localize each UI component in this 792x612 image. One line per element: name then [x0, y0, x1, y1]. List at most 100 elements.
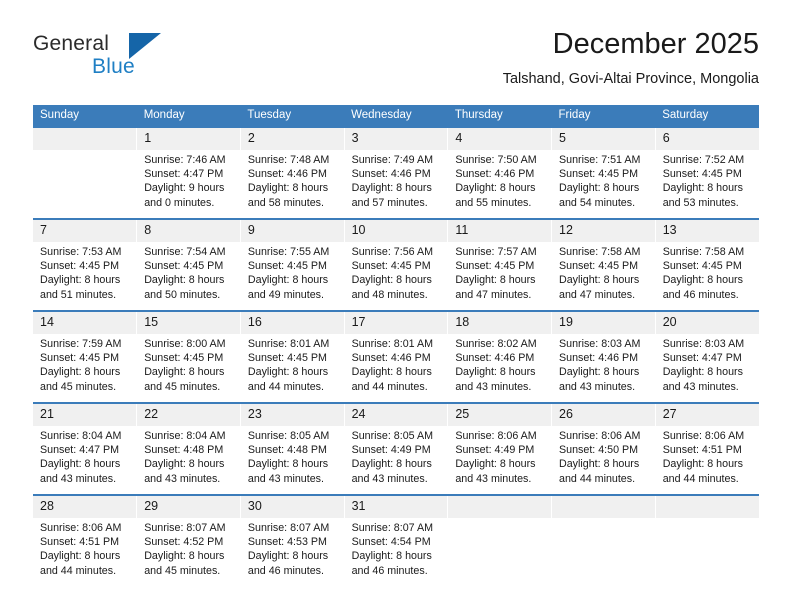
sunset-time: Sunset: 4:45 PM: [455, 260, 535, 273]
day-number: 14: [33, 312, 137, 334]
day-number: 30: [240, 496, 344, 518]
weekday-header-saturday: Saturday: [655, 105, 759, 127]
sunrise-time: Sunrise: 7:58 AM: [559, 246, 641, 258]
logo-text-general: General: [33, 32, 110, 55]
day-details: Sunrise: 7:53 AM Sunset: 4:45 PM Daylight:…: [33, 242, 136, 302]
calendar-week-row: 14 Sunrise: 7:59 AM Sunset: 4:45 PM Dayligh…: [33, 310, 759, 403]
calendar-day-cell[interactable]: 6 Sunrise: 7:52 AM Sunset: 4:45 PM Daylight…: [655, 126, 759, 219]
calendar-day-cell[interactable]: 1 Sunrise: 7:46 AM Sunset: 4:47 PM Daylight…: [136, 126, 241, 219]
calendar-day-cell[interactable]: 15 Sunrise: 8:00 AM Sunset: 4:45 PM Dayligh…: [136, 310, 241, 403]
calendar-day-cell[interactable]: 22 Sunrise: 8:04 AM Sunset: 4:48 PM Dayligh…: [136, 402, 241, 495]
calendar-day-cell[interactable]: 26 Sunrise: 8:06 AM Sunset: 4:50 PM Dayligh…: [551, 402, 656, 495]
calendar-day-cell[interactable]: 27 Sunrise: 8:06 AM Sunset: 4:51 PM Dayligh…: [655, 402, 759, 495]
daylight-duration-line2: and 46 minutes.: [247, 564, 324, 577]
calendar-day-cell[interactable]: 31 Sunrise: 8:07 AM Sunset: 4:54 PM Dayligh…: [344, 494, 449, 586]
day-details: Sunrise: 7:48 AM Sunset: 4:46 PM Daylight:…: [241, 150, 344, 210]
daylight-duration-line2: and 57 minutes.: [351, 196, 428, 209]
calendar-body: 1 Sunrise: 7:46 AM Sunset: 4:47 PM Daylight…: [33, 126, 759, 586]
calendar-day-cell[interactable]: 7 Sunrise: 7:53 AM Sunset: 4:45 PM Daylight…: [33, 218, 138, 311]
calendar-day-cell[interactable]: 16 Sunrise: 8:01 AM Sunset: 4:45 PM Dayligh…: [240, 310, 345, 403]
daylight-duration-line2: and 43 minutes.: [455, 472, 532, 485]
daylight-duration-line1: Daylight: 8 hours: [351, 458, 432, 471]
calendar-day-cell[interactable]: 11 Sunrise: 7:57 AM Sunset: 4:45 PM Dayligh…: [447, 218, 553, 311]
calendar-day-cell[interactable]: 20 Sunrise: 8:03 AM Sunset: 4:47 PM Dayligh…: [655, 310, 759, 403]
calendar-day-cell[interactable]: 18 Sunrise: 8:02 AM Sunset: 4:46 PM Dayligh…: [447, 310, 553, 403]
daylight-duration-line2: and 47 minutes.: [455, 288, 532, 301]
weekday-header-friday: Friday: [551, 105, 656, 127]
sunset-time: Sunset: 4:46 PM: [351, 352, 431, 365]
sunrise-time: Sunrise: 7:53 AM: [40, 246, 122, 258]
sunrise-time: Sunrise: 7:46 AM: [144, 154, 226, 166]
daylight-duration-line2: and 43 minutes.: [662, 380, 739, 393]
sunset-time: Sunset: 4:53 PM: [247, 536, 327, 549]
calendar-day-cell[interactable]: 9 Sunrise: 7:55 AM Sunset: 4:45 PM Daylight…: [240, 218, 345, 311]
day-number: [33, 128, 137, 150]
daylight-duration-line1: Daylight: 8 hours: [559, 182, 640, 195]
sunrise-time: Sunrise: 8:03 AM: [662, 338, 745, 350]
calendar-day-cell[interactable]: 3 Sunrise: 7:49 AM Sunset: 4:46 PM Daylight…: [344, 126, 449, 219]
day-number: 1: [137, 128, 240, 150]
calendar-day-cell[interactable]: 12 Sunrise: 7:58 AM Sunset: 4:45 PM Dayligh…: [551, 218, 656, 311]
sunset-time: Sunset: 4:45 PM: [247, 260, 327, 273]
calendar-day-cell[interactable]: 30 Sunrise: 8:07 AM Sunset: 4:53 PM Dayligh…: [240, 494, 345, 586]
daylight-duration-line1: Daylight: 8 hours: [559, 458, 640, 471]
calendar-day-cell[interactable]: 25 Sunrise: 8:06 AM Sunset: 4:49 PM Dayligh…: [447, 402, 553, 495]
calendar-day-cell-empty: [447, 494, 553, 586]
calendar-day-cell[interactable]: 24 Sunrise: 8:05 AM Sunset: 4:49 PM Dayligh…: [344, 402, 449, 495]
calendar-day-cell[interactable]: 14 Sunrise: 7:59 AM Sunset: 4:45 PM Dayligh…: [33, 310, 138, 403]
general-blue-logo[interactable]: General Blue: [33, 32, 233, 88]
sunset-time: Sunset: 4:45 PM: [247, 352, 327, 365]
daylight-duration-line1: Daylight: 8 hours: [455, 458, 536, 471]
calendar-day-cell[interactable]: 13 Sunrise: 7:58 AM Sunset: 4:45 PM Dayligh…: [655, 218, 759, 311]
day-details: Sunrise: 7:54 AM Sunset: 4:45 PM Daylight:…: [137, 242, 240, 302]
day-number: 13: [655, 220, 759, 242]
daylight-duration-line1: Daylight: 8 hours: [144, 366, 225, 379]
sunset-time: Sunset: 4:47 PM: [662, 352, 742, 365]
sunset-time: Sunset: 4:46 PM: [559, 352, 639, 365]
calendar-page: General Blue December 2025 Talshand, Gov…: [0, 0, 792, 612]
weekday-header-wednesday: Wednesday: [344, 105, 448, 127]
daylight-duration-line1: Daylight: 8 hours: [40, 274, 121, 287]
sunrise-time: Sunrise: 8:06 AM: [662, 430, 745, 442]
sunset-time: Sunset: 4:54 PM: [351, 536, 431, 549]
daylight-duration-line2: and 43 minutes.: [455, 380, 532, 393]
day-details: Sunrise: 8:01 AM Sunset: 4:46 PM Daylight:…: [345, 334, 448, 394]
calendar-day-cell-empty: [551, 494, 656, 586]
calendar-day-cell[interactable]: 2 Sunrise: 7:48 AM Sunset: 4:46 PM Daylight…: [240, 126, 345, 219]
calendar-day-cell[interactable]: 29 Sunrise: 8:07 AM Sunset: 4:52 PM Dayligh…: [136, 494, 241, 586]
daylight-duration-line1: Daylight: 8 hours: [144, 274, 225, 287]
day-number: 20: [655, 312, 759, 334]
day-details: Sunrise: 8:03 AM Sunset: 4:47 PM Daylight:…: [656, 334, 759, 394]
calendar-day-cell[interactable]: 19 Sunrise: 8:03 AM Sunset: 4:46 PM Dayligh…: [551, 310, 656, 403]
day-details: Sunrise: 7:58 AM Sunset: 4:45 PM Daylight:…: [552, 242, 655, 302]
day-details: Sunrise: 8:06 AM Sunset: 4:51 PM Daylight:…: [33, 518, 136, 578]
sunrise-time: Sunrise: 7:59 AM: [40, 338, 122, 350]
calendar-week-row: 7 Sunrise: 7:53 AM Sunset: 4:45 PM Daylight…: [33, 218, 759, 311]
calendar-day-cell[interactable]: 17 Sunrise: 8:01 AM Sunset: 4:46 PM Dayligh…: [344, 310, 449, 403]
daylight-duration-line1: Daylight: 8 hours: [247, 550, 329, 563]
calendar-day-cell[interactable]: 8 Sunrise: 7:54 AM Sunset: 4:45 PM Daylight…: [136, 218, 241, 311]
calendar-day-cell[interactable]: 23 Sunrise: 8:05 AM Sunset: 4:48 PM Dayligh…: [240, 402, 345, 495]
day-details: Sunrise: 8:06 AM Sunset: 4:51 PM Daylight:…: [656, 426, 759, 486]
sunrise-time: Sunrise: 7:55 AM: [247, 246, 330, 258]
daylight-duration-line2: and 43 minutes.: [144, 472, 221, 485]
daylight-duration-line2: and 46 minutes.: [662, 288, 739, 301]
calendar-day-cell[interactable]: 21 Sunrise: 8:04 AM Sunset: 4:47 PM Dayligh…: [33, 402, 138, 495]
sunrise-time: Sunrise: 7:54 AM: [144, 246, 226, 258]
sunrise-time: Sunrise: 7:50 AM: [455, 154, 537, 166]
sunrise-time: Sunrise: 7:57 AM: [455, 246, 537, 258]
sunset-time: Sunset: 4:45 PM: [559, 168, 639, 181]
page-subtitle: Talshand, Govi-Altai Province, Mongolia: [502, 71, 759, 87]
calendar-day-cell[interactable]: 28 Sunrise: 8:06 AM Sunset: 4:51 PM Dayligh…: [33, 494, 138, 586]
sunrise-time: Sunrise: 8:06 AM: [559, 430, 641, 442]
sunrise-time: Sunrise: 7:49 AM: [351, 154, 433, 166]
calendar-day-cell[interactable]: 10 Sunrise: 7:56 AM Sunset: 4:45 PM Dayligh…: [344, 218, 449, 311]
calendar-week-row: 28 Sunrise: 8:06 AM Sunset: 4:51 PM Dayligh…: [33, 494, 759, 586]
daylight-duration-line2: and 45 minutes.: [144, 380, 221, 393]
day-number: 4: [448, 128, 552, 150]
calendar-grid: Sunday Monday Tuesday Wednesday Thursday…: [33, 105, 759, 586]
sunrise-time: Sunrise: 8:07 AM: [247, 522, 330, 534]
calendar-day-cell[interactable]: 4 Sunrise: 7:50 AM Sunset: 4:46 PM Daylight…: [447, 126, 553, 219]
calendar-day-cell[interactable]: 5 Sunrise: 7:51 AM Sunset: 4:45 PM Daylight…: [551, 126, 656, 219]
calendar-week-row: 1 Sunrise: 7:46 AM Sunset: 4:47 PM Daylight…: [33, 126, 759, 219]
